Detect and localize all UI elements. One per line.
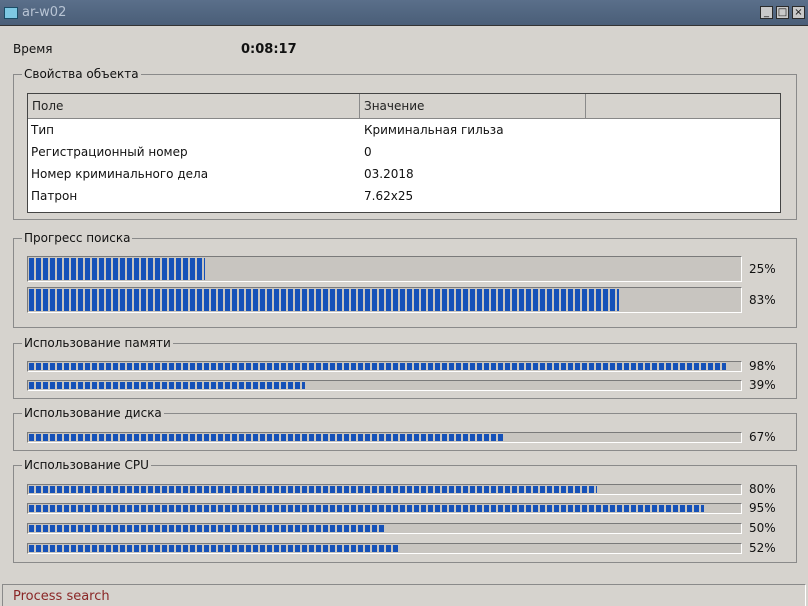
column-header-field[interactable]: Поле [28, 94, 360, 119]
table-row[interactable]: Патрон 7.62x25 [28, 185, 780, 207]
memory-percent-1: 98% [749, 359, 776, 373]
disk-percent: 67% [749, 430, 776, 444]
progress-fill [29, 363, 726, 370]
row-field: Номер криминального дела [31, 167, 209, 181]
memory-bar-1 [27, 361, 742, 372]
cpu-percent-2: 95% [749, 501, 776, 515]
cpu-bar-2 [27, 503, 742, 514]
row-value: Криминальная гильза [364, 123, 504, 137]
minimize-icon[interactable]: _ [760, 6, 773, 19]
cpu-bar-3 [27, 523, 742, 534]
row-value: 03.2018 [364, 167, 414, 181]
row-field: Патрон [31, 189, 78, 203]
progress-fill [29, 258, 206, 280]
row-value: 7.62x25 [364, 189, 414, 203]
cpu-percent-1: 80% [749, 482, 776, 496]
progress-fill [29, 289, 619, 311]
cpu-percent-3: 50% [749, 521, 776, 535]
cpu-usage-legend: Использование CPU [24, 458, 149, 472]
progress-fill [29, 486, 598, 493]
search-progress-bar-2 [27, 287, 742, 313]
table-row[interactable]: Регистрационный номер 0 [28, 141, 780, 163]
disk-bar [27, 432, 742, 443]
memory-bar-2 [27, 380, 742, 391]
progress-fill [29, 525, 384, 532]
column-header-extra[interactable] [586, 94, 780, 119]
progress-fill [29, 545, 398, 552]
row-value: 0 [364, 145, 372, 159]
progress-fill [29, 505, 705, 512]
cpu-bar-4 [27, 543, 742, 554]
disk-usage-legend: Использование диска [24, 406, 162, 420]
maximize-icon[interactable]: □ [776, 6, 789, 19]
search-progress-legend: Прогресс поиска [24, 231, 131, 245]
table-row[interactable]: Тип Криминальная гильза [28, 119, 780, 141]
progress-fill [29, 434, 505, 441]
title-bar[interactable]: ar-w02 _ □ × [0, 0, 808, 26]
properties-table: Поле Значение Тип Криминальная гильза Ре… [27, 93, 781, 213]
row-field: Регистрационный номер [31, 145, 188, 159]
window-title: ar-w02 [22, 5, 67, 20]
search-progress-percent-2: 83% [749, 293, 776, 307]
memory-usage-legend: Использование памяти [24, 336, 171, 350]
status-bar: Process search [2, 584, 806, 606]
cpu-bar-1 [27, 484, 742, 495]
disk-usage-group: Использование диска [13, 406, 797, 451]
column-header-value[interactable]: Значение [360, 94, 586, 119]
memory-percent-2: 39% [749, 378, 776, 392]
search-progress-percent-1: 25% [749, 262, 776, 276]
search-progress-bar-1 [27, 256, 742, 282]
time-value: 0:08:17 [241, 42, 297, 57]
row-field: Тип [31, 123, 54, 137]
table-header: Поле Значение [28, 94, 780, 119]
time-label: Время [13, 42, 53, 56]
status-text: Process search [13, 589, 110, 604]
progress-fill [29, 382, 306, 389]
close-icon[interactable]: × [792, 6, 805, 19]
cpu-percent-4: 52% [749, 541, 776, 555]
app-window: ar-w02 _ □ × Время 0:08:17 Свойства объе… [0, 0, 808, 606]
object-properties-legend: Свойства объекта [24, 67, 139, 81]
table-row[interactable]: Номер криминального дела 03.2018 [28, 163, 780, 185]
window-icon [4, 7, 18, 19]
